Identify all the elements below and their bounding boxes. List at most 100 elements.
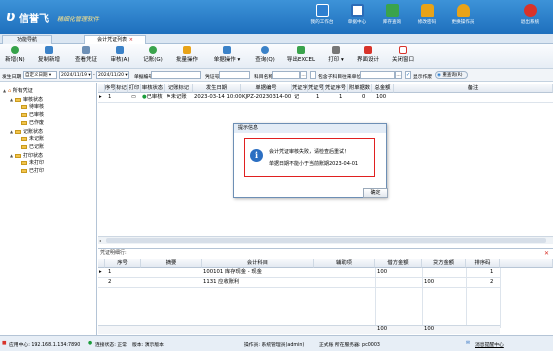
account-browse-button[interactable]: ... — [300, 71, 307, 79]
detail-header-no[interactable]: 序号 — [105, 259, 141, 268]
detail-cell-sort[interactable]: 1 — [490, 268, 493, 277]
tree-node-printed[interactable]: 已打印 — [21, 168, 44, 175]
copy-add-button[interactable]: 复制新增 — [33, 46, 65, 67]
column-header-total[interactable]: 总金额 — [372, 84, 394, 93]
column-header-mark[interactable]: 标记 — [116, 84, 128, 93]
row-divider — [98, 287, 500, 288]
tree-node-audited[interactable]: 已审核 — [21, 112, 44, 119]
show-void-checkbox[interactable]: ✓ — [405, 71, 411, 79]
unit-input[interactable] — [360, 71, 395, 79]
detail-cell-credit[interactable]: 100 — [424, 278, 434, 287]
error-dialog: 提示信息 i 会计凭证审核失败，请检查后重试！ 单据日期不能小于当前账期2023… — [233, 123, 388, 198]
tree-node-pending[interactable]: 待审核 — [21, 104, 44, 111]
print-button[interactable]: 打印 ▾ — [323, 46, 349, 67]
cell-date[interactable]: 2023-03-14 10:00 — [194, 93, 242, 102]
column-header-vno[interactable]: 凭证号 — [308, 84, 324, 93]
column-divider — [422, 268, 423, 328]
design-button[interactable]: 界面设计 — [353, 46, 383, 67]
tree-node-unposted[interactable]: 未记账 — [21, 136, 44, 143]
tree-node-posted[interactable]: 已记账 — [21, 144, 44, 151]
header-change-password-button[interactable]: 修改密码 — [410, 4, 444, 32]
refresh-button[interactable]: ◉ 重查询(R) — [435, 71, 468, 79]
column-header-date[interactable]: 发生日期 — [193, 84, 241, 93]
voucher-input[interactable] — [219, 71, 250, 79]
date-from-input[interactable]: 2024/11/19 ▾ — [59, 71, 92, 79]
query-button[interactable]: 查询(Q) — [251, 46, 279, 67]
close-icon[interactable]: ✕ — [544, 249, 549, 258]
cell-vno[interactable]: 1 — [316, 93, 319, 102]
header-bill-center-button[interactable]: 单据中心 — [340, 4, 374, 32]
horizontal-scrollbar[interactable]: ◂ — [98, 236, 553, 244]
tree-node-print[interactable]: ▲ 打印状态 — [10, 152, 43, 159]
include-sub-label: 包含子科目 — [318, 75, 342, 80]
message-center-link[interactable]: 消息提醒中心 — [475, 341, 504, 348]
detail-cell-no[interactable]: 1 — [108, 268, 111, 277]
scroll-left-icon[interactable]: ◂ — [99, 238, 104, 243]
detail-header-credit[interactable]: 贷方金额 — [422, 259, 466, 268]
tree-node-audit[interactable]: ▲ 审核状态 — [10, 96, 43, 103]
tree-node-unprinted[interactable]: 未打印 — [21, 160, 44, 167]
tab-navigation[interactable]: 功能导航 — [2, 35, 52, 44]
cell-total[interactable]: 100 — [376, 93, 386, 102]
detail-header-summary[interactable]: 摘要 — [141, 259, 202, 268]
folder-icon — [21, 120, 27, 125]
detail-cell-account[interactable]: 100101 库存现金 - 现金 — [203, 268, 262, 277]
cell-word[interactable]: 记 — [294, 93, 299, 102]
header-stock-query-button[interactable]: 库存查询 — [375, 4, 409, 32]
status-version: 版本: 演示版本 — [132, 343, 164, 348]
column-header-audit[interactable]: 审核状态 — [141, 84, 165, 93]
view-voucher-button[interactable]: 查看凭证 — [70, 46, 102, 67]
include-sub-checkbox[interactable] — [310, 71, 316, 79]
tree-node-void[interactable]: 已作废 — [21, 120, 44, 127]
column-header-word[interactable]: 凭证字 — [292, 84, 308, 93]
cell-bill-no[interactable]: KJPZ-20230314-00 — [242, 93, 291, 102]
date-to-input[interactable]: 2024/11/20 ▾ — [96, 71, 129, 79]
audit-button[interactable]: 审核(A) — [105, 46, 135, 67]
close-icon[interactable]: × — [129, 37, 133, 43]
detail-header-filler — [500, 259, 553, 268]
ok-button[interactable]: 确定 — [363, 188, 388, 198]
add-button[interactable]: 新增(N) — [2, 46, 28, 67]
folder-icon — [21, 136, 27, 141]
header-switch-operator-button[interactable]: 更换操作员 — [446, 4, 480, 32]
scrollbar-thumb[interactable] — [106, 238, 546, 243]
header-workbench-button[interactable]: 我的工作台 — [305, 4, 339, 32]
column-header-attach[interactable]: 附单据数 — [348, 84, 372, 93]
column-header-bill-no[interactable]: 单据编号 — [241, 84, 292, 93]
export-excel-button[interactable]: 导出EXCEL — [283, 46, 319, 67]
tree-node-post[interactable]: ▲ 记账状态 — [10, 128, 43, 135]
detail-cell-account[interactable]: 1131 应收账利 — [203, 278, 239, 287]
detail-header-debit[interactable]: 借方金额 — [375, 259, 422, 268]
column-header-print[interactable]: 打印 — [128, 84, 141, 93]
detail-cell-debit[interactable]: 100 — [377, 268, 387, 277]
period-select[interactable]: 自定义日期 ▾ — [23, 71, 57, 79]
detail-cell-sort[interactable]: 2 — [490, 278, 493, 287]
post-button[interactable]: 记账(G) — [138, 46, 168, 67]
folder-icon — [21, 112, 27, 117]
cell-no[interactable]: 1 — [108, 93, 111, 102]
cell-audit[interactable]: ●已审核 — [142, 93, 163, 102]
brand-slogan: 精细化管理软件 — [57, 16, 100, 23]
cell-seq[interactable]: 1 — [339, 93, 342, 102]
cell-attach[interactable]: 0 — [362, 93, 365, 102]
column-header-memo[interactable]: 备注 — [394, 84, 553, 93]
cell-post[interactable]: ⚑未记账 — [166, 93, 187, 102]
account-input[interactable] — [272, 71, 300, 79]
date-label: 发生日期 — [2, 75, 22, 80]
column-header-seq[interactable]: 凭证序号 — [324, 84, 348, 93]
detail-header-sort[interactable]: 排序码 — [466, 259, 500, 268]
detail-cell-no[interactable]: 2 — [108, 278, 111, 287]
column-header-no[interactable]: 序号 — [105, 84, 116, 93]
tab-voucher-list[interactable]: 会计凭证列表 × — [84, 35, 146, 44]
column-header-post[interactable]: 记账标记 — [165, 84, 193, 93]
unit-browse-button[interactable]: ... — [395, 71, 402, 79]
detail-header-account[interactable]: 会计科目 — [202, 259, 314, 268]
voucher-no-input[interactable] — [151, 71, 201, 79]
close-window-button[interactable]: 关闭窗口 — [388, 46, 418, 67]
detail-header-aux[interactable]: 辅助项 — [314, 259, 375, 268]
bill-operations-button[interactable]: 单据操作 ▾ — [207, 46, 247, 67]
detail-panel: 凭证明细行: ✕ 序号 摘要 会计科目 辅助项 借方金额 贷方金额 排序码 ▸ … — [98, 248, 553, 335]
tree-node-all[interactable]: ▲ ⌂ 所有凭证 — [3, 87, 33, 94]
batch-button[interactable]: 批量操作 — [171, 46, 203, 67]
header-exit-button[interactable]: 退出系统 — [513, 4, 547, 32]
